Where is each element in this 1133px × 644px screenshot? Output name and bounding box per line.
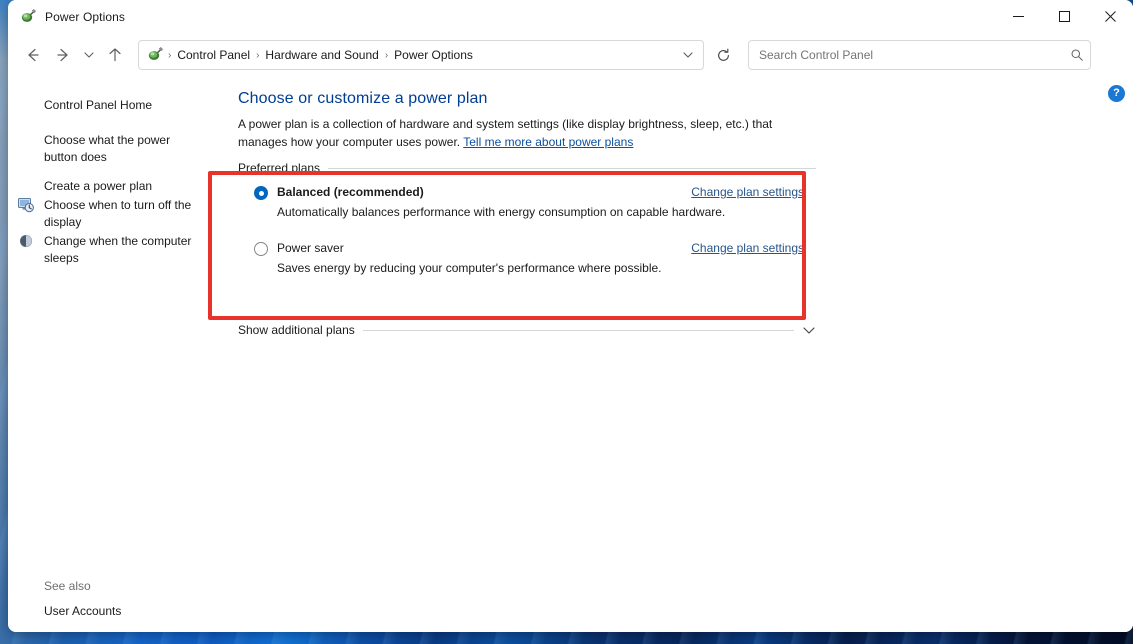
title-bar: Power Options <box>8 0 1133 33</box>
sidebar: Control Panel Home Choose what the power… <box>8 77 224 632</box>
up-button[interactable] <box>100 40 130 70</box>
help-icon[interactable]: ? <box>1108 85 1125 102</box>
search-box[interactable] <box>748 40 1091 70</box>
change-plan-settings-link-power-saver[interactable]: Change plan settings <box>691 240 816 256</box>
chevron-down-icon[interactable] <box>802 323 816 337</box>
radio-balanced[interactable] <box>254 186 268 200</box>
sidebar-item-power-button[interactable]: Choose what the power button does <box>8 131 216 167</box>
breadcrumb-item-power-options[interactable]: Power Options <box>389 45 478 65</box>
sidebar-item-label: Create a power plan <box>44 179 153 193</box>
page-title: Choose or customize a power plan <box>238 90 488 107</box>
show-additional-plans-row[interactable]: Show additional plans <box>238 323 816 337</box>
maximize-button[interactable] <box>1041 0 1087 33</box>
plan-item-balanced[interactable]: Balanced (recommended) Change plan setti… <box>238 184 816 221</box>
plan-description-balanced: Automatically balances performance with … <box>277 205 726 219</box>
minimize-button[interactable] <box>995 0 1041 33</box>
window-controls <box>995 0 1133 33</box>
plan-row: Power saver Change plan settings <box>238 240 816 256</box>
see-also-item-label: User Accounts <box>44 604 122 618</box>
sidebar-item-control-panel-home[interactable]: Control Panel Home <box>8 96 216 115</box>
sidebar-item-label: Choose what the power button does <box>44 133 171 164</box>
back-button[interactable] <box>18 40 48 70</box>
search-icon[interactable] <box>1070 48 1084 62</box>
sidebar-item-label: Choose when to turn off the display <box>44 198 192 229</box>
plan-name-balanced: Balanced (recommended) <box>277 185 424 199</box>
sleep-moon-icon <box>18 233 34 249</box>
see-also-heading: See also <box>44 579 91 593</box>
display-clock-icon <box>18 197 34 213</box>
power-plug-icon <box>20 8 36 25</box>
navigation-toolbar: › Control Panel › Hardware and Sound › P… <box>8 33 1133 77</box>
show-additional-divider <box>362 329 794 331</box>
address-power-plug-icon <box>147 46 164 63</box>
content-pane: ? Choose or customize a power plan A pow… <box>224 77 1133 632</box>
preferred-plans-group: Preferred plans Balanced (recommended) C… <box>238 161 816 291</box>
preferred-plans-header: Preferred plans <box>238 161 816 175</box>
plan-name-power-saver: Power saver <box>277 241 344 255</box>
sidebar-item-turn-off-display[interactable]: Choose when to turn off the display <box>8 196 216 232</box>
see-also-section: See also User Accounts <box>8 579 224 632</box>
plan-item-power-saver[interactable]: Power saver Change plan settings Saves e… <box>238 240 816 277</box>
window-title: Power Options <box>45 9 126 24</box>
see-also-item-user-accounts[interactable]: User Accounts <box>8 604 224 618</box>
sidebar-item-label: Control Panel Home <box>44 98 153 112</box>
plan-description-power-saver: Saves energy by reducing your computer's… <box>277 261 662 275</box>
tell-me-more-link[interactable]: Tell me more about power plans <box>463 135 633 149</box>
radio-power-saver[interactable] <box>254 242 268 256</box>
address-chevron-down-icon[interactable] <box>675 42 701 68</box>
close-button[interactable] <box>1087 0 1133 33</box>
refresh-button[interactable] <box>708 40 738 70</box>
forward-button[interactable] <box>48 40 78 70</box>
change-plan-settings-link-balanced[interactable]: Change plan settings <box>691 184 816 200</box>
power-options-window: Power Options › Control Panel › Hardware… <box>8 0 1133 632</box>
show-additional-plans-label: Show additional plans <box>238 323 355 337</box>
sidebar-item-label: Change when the computer sleeps <box>44 234 192 265</box>
sidebar-item-create-power-plan[interactable]: Create a power plan <box>8 177 216 196</box>
plan-row: Balanced (recommended) Change plan setti… <box>238 184 816 200</box>
breadcrumb-item-control-panel[interactable]: Control Panel <box>172 45 255 65</box>
window-body: Control Panel Home Choose what the power… <box>8 77 1133 632</box>
search-input[interactable] <box>759 48 1070 62</box>
sidebar-item-computer-sleeps[interactable]: Change when the computer sleeps <box>8 232 216 268</box>
page-description: A power plan is a collection of hardware… <box>238 115 818 151</box>
group-divider <box>328 167 816 169</box>
breadcrumb-item-hardware-and-sound[interactable]: Hardware and Sound <box>260 45 383 65</box>
address-bar[interactable]: › Control Panel › Hardware and Sound › P… <box>138 40 704 70</box>
recent-locations-chevron-down-icon[interactable] <box>78 40 100 70</box>
preferred-plans-label: Preferred plans <box>238 161 321 175</box>
